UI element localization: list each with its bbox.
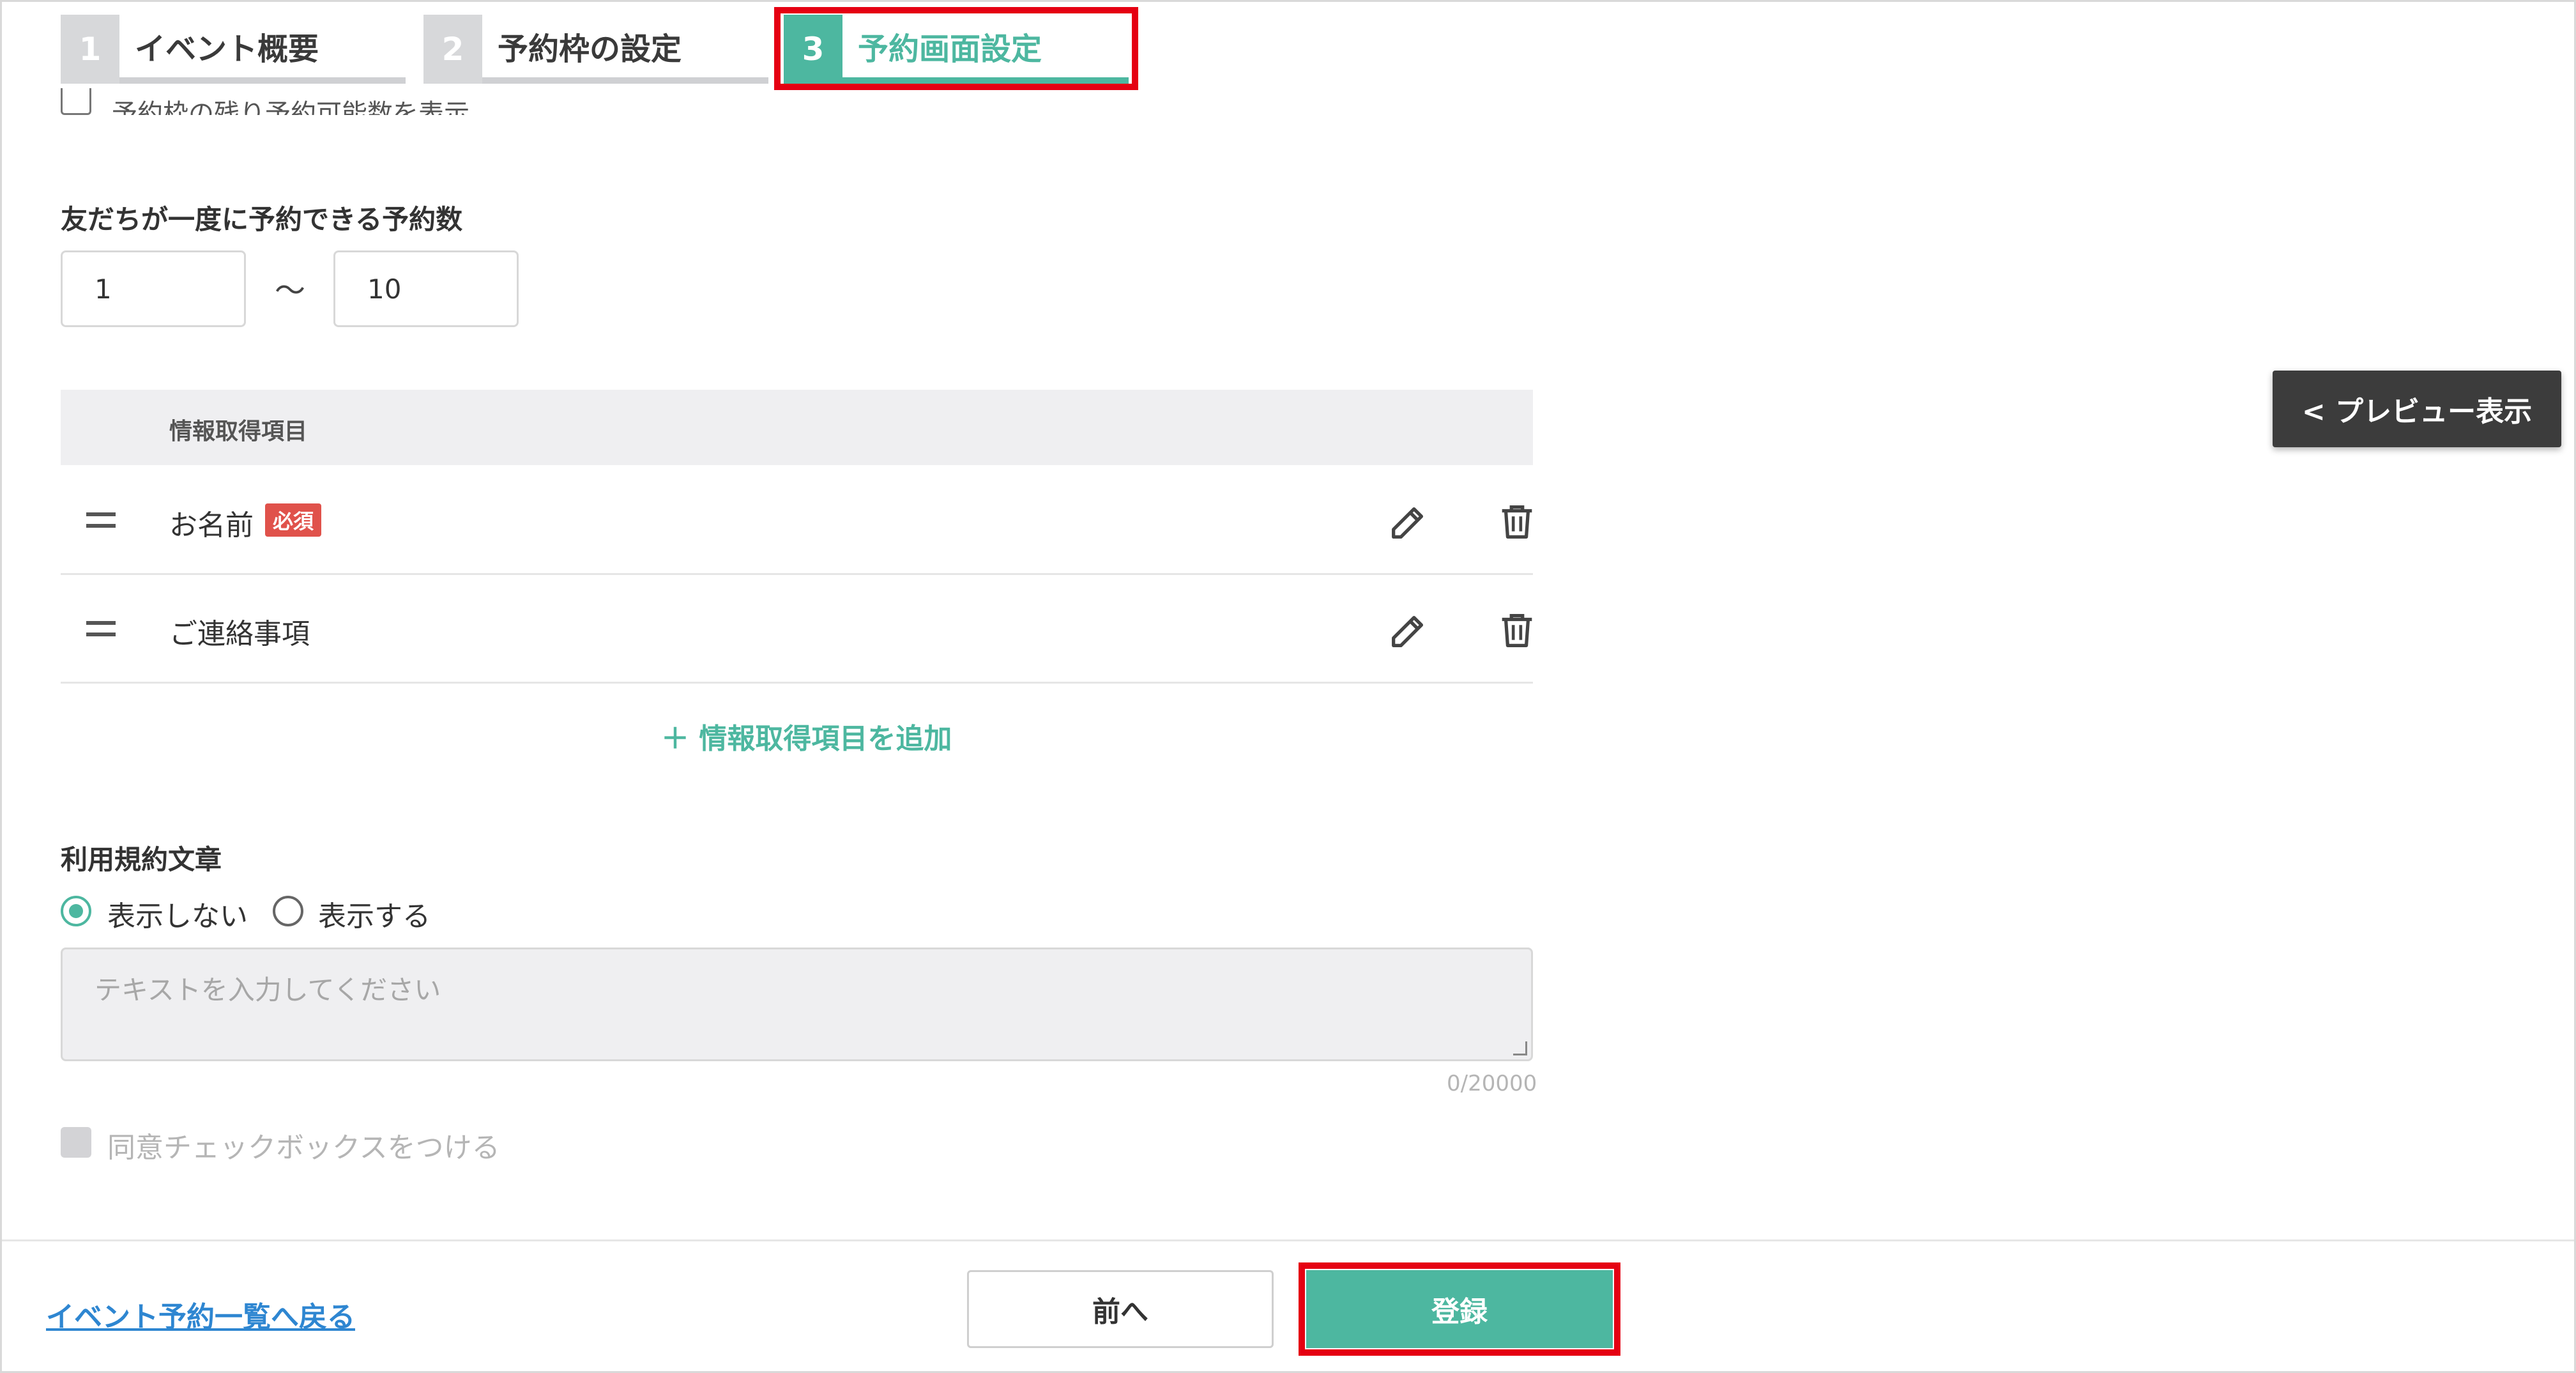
step-number: 1 bbox=[61, 15, 119, 84]
pencil-icon[interactable] bbox=[1386, 500, 1431, 544]
remaining-count-label: 予約枠の残り予約可能数を表示 bbox=[112, 99, 469, 115]
booking-min-input[interactable]: 1 bbox=[61, 250, 246, 327]
pencil-icon[interactable] bbox=[1386, 608, 1431, 653]
table-row: お名前 必須 bbox=[61, 466, 1533, 575]
char-counter: 0/20000 bbox=[1447, 1071, 1537, 1096]
table-row: ご連絡事項 bbox=[61, 575, 1533, 684]
drag-handle-icon[interactable] bbox=[86, 512, 116, 528]
terms-placeholder: テキストを入力してください bbox=[95, 974, 441, 1006]
terms-label: 利用規約文章 bbox=[61, 844, 222, 875]
terms-textarea[interactable]: テキストを入力してください bbox=[61, 947, 1533, 1061]
agree-checkbox[interactable] bbox=[61, 1127, 91, 1158]
step-2[interactable]: 2 予約枠の設定 bbox=[423, 15, 768, 84]
row-label: お名前 bbox=[169, 509, 254, 542]
footer-divider bbox=[2, 1239, 2574, 1241]
terms-show-label: 表示する bbox=[318, 900, 431, 933]
booking-count-label: 友だちが一度に予約できる予約数 bbox=[61, 204, 463, 235]
add-info-item-button[interactable]: ＋ 情報取得項目を追加 bbox=[661, 716, 952, 756]
drag-handle-icon[interactable] bbox=[86, 621, 116, 636]
back-to-list-link[interactable]: イベント予約一覧へ戻る bbox=[46, 1294, 355, 1335]
agree-checkbox-label: 同意チェックボックスをつける bbox=[107, 1131, 500, 1164]
preview-toggle-button[interactable]: < プレビュー表示 bbox=[2273, 371, 2561, 447]
step-1[interactable]: 1 イベント概要 bbox=[61, 15, 406, 84]
resize-handle-icon[interactable] bbox=[1513, 1041, 1527, 1055]
step-label: 予約枠の設定 bbox=[482, 15, 768, 84]
trash-icon[interactable] bbox=[1495, 500, 1539, 544]
step-3-highlight-box bbox=[774, 7, 1138, 90]
terms-hide-radio[interactable] bbox=[61, 896, 91, 926]
range-separator: 〜 bbox=[275, 273, 306, 309]
row-label: ご連絡事項 bbox=[169, 618, 310, 650]
prev-button[interactable]: 前へ bbox=[967, 1270, 1274, 1348]
booking-max-input[interactable]: 10 bbox=[333, 250, 519, 327]
info-table-header: 情報取得項目 bbox=[61, 390, 1533, 465]
info-table-header-label: 情報取得項目 bbox=[169, 418, 308, 445]
remaining-count-checkbox[interactable] bbox=[61, 88, 91, 115]
trash-icon[interactable] bbox=[1495, 608, 1539, 653]
register-highlight-box bbox=[1299, 1262, 1620, 1356]
terms-show-radio[interactable] bbox=[273, 896, 303, 926]
step-number: 2 bbox=[423, 15, 482, 84]
terms-hide-label: 表示しない bbox=[107, 900, 248, 933]
step-label: イベント概要 bbox=[119, 15, 406, 84]
required-badge: 必須 bbox=[265, 503, 322, 537]
